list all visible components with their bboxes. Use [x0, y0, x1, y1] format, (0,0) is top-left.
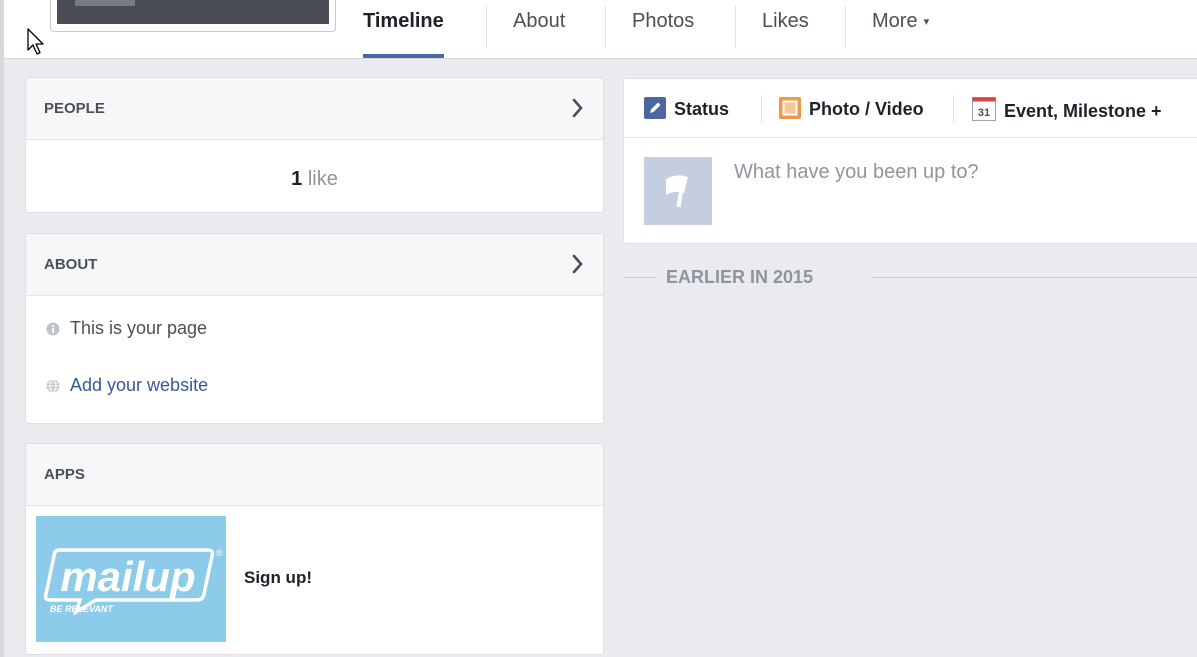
- left-edge-strip: [0, 0, 4, 657]
- about-card: ABOUT This is your page Add your website: [25, 233, 604, 424]
- about-item-website[interactable]: Add your website: [46, 375, 208, 398]
- composer-tab-status[interactable]: Status: [644, 97, 729, 124]
- tab-divider: [735, 6, 736, 48]
- profile-picture-thumbnail[interactable]: [50, 0, 336, 32]
- timeline-section-label: EARLIER IN 2015: [666, 267, 814, 287]
- mailup-logo-text: mailup: [60, 553, 195, 600]
- about-item-description: This is your page: [46, 318, 207, 341]
- about-card-header[interactable]: ABOUT: [26, 234, 603, 296]
- composer-tab-status-label: Status: [674, 99, 730, 119]
- tab-about[interactable]: About: [513, 0, 565, 58]
- apps-card-header: APPS: [26, 444, 603, 506]
- chevron-right-icon[interactable]: [571, 252, 585, 276]
- tab-timeline[interactable]: Timeline: [363, 0, 444, 58]
- composer-tab-photo-video[interactable]: Photo / Video: [779, 97, 924, 124]
- flag-icon: [666, 175, 688, 208]
- people-card-header[interactable]: PEOPLE: [26, 78, 603, 140]
- dropdown-caret-icon: ▾: [923, 16, 930, 28]
- info-icon: [46, 320, 60, 341]
- mailup-logo-mark: ®: [216, 548, 223, 558]
- mailup-tagline: BE RELEVANT: [50, 604, 114, 614]
- tab-more-label: More: [872, 10, 918, 32]
- apps-card-title: APPS: [44, 466, 85, 483]
- mailup-logo-icon: mailup ® BE RELEVANT: [43, 548, 223, 616]
- tab-divider: [605, 6, 606, 48]
- composer-tab-photo-label: Photo / Video: [809, 99, 924, 119]
- about-card-title: ABOUT: [44, 256, 98, 273]
- composer-tabs: Status Photo / Video 31 Event, Milestone…: [624, 79, 1197, 138]
- tab-timeline-label: Timeline: [363, 10, 444, 32]
- chevron-right-icon[interactable]: [571, 96, 585, 120]
- tab-photos-label: Photos: [632, 10, 695, 32]
- pencil-icon: [644, 97, 666, 124]
- tab-divider: [486, 6, 487, 48]
- globe-icon: [46, 377, 60, 398]
- section-divider-line: [623, 277, 657, 278]
- composer-tab-divider: [761, 95, 762, 123]
- likes-word: like: [307, 168, 338, 190]
- tab-divider: [845, 6, 846, 48]
- likes-count-row: 1 like: [26, 140, 603, 191]
- add-website-link[interactable]: Add your website: [70, 375, 208, 395]
- photo-icon: [779, 97, 801, 124]
- people-card-title: PEOPLE: [44, 100, 105, 117]
- tab-likes[interactable]: Likes: [762, 0, 809, 58]
- active-tab-underline: [363, 54, 444, 58]
- page-nav-bar: Timeline About Photos Likes More ▾: [4, 0, 1197, 59]
- mouse-cursor-icon: [27, 28, 44, 55]
- calendar-icon: 31: [972, 97, 996, 126]
- calendar-icon-date: 31: [978, 107, 990, 119]
- about-description-text: This is your page: [70, 318, 208, 338]
- app-signup-link[interactable]: Sign up!: [244, 568, 312, 588]
- profile-picture-highlight: [75, 0, 135, 6]
- composer-tab-divider: [953, 95, 954, 123]
- apps-card: APPS mailup ® BE RELEVANT Sign up!: [25, 443, 604, 655]
- tab-likes-label: Likes: [762, 10, 809, 32]
- status-input[interactable]: What have you been up to?: [734, 161, 979, 184]
- section-divider-line: [872, 277, 1197, 278]
- tab-about-label: About: [513, 10, 566, 32]
- composer-tab-event[interactable]: 31 Event, Milestone +: [972, 97, 1162, 126]
- mailup-app-tile[interactable]: mailup ® BE RELEVANT: [36, 516, 226, 642]
- people-card: PEOPLE 1 like: [25, 77, 604, 213]
- page-avatar: [644, 157, 712, 225]
- status-composer: Status Photo / Video 31 Event, Milestone…: [623, 78, 1197, 244]
- composer-tab-event-label: Event, Milestone +: [1004, 101, 1162, 121]
- tab-photos[interactable]: Photos: [632, 0, 694, 58]
- likes-count: 1: [291, 168, 303, 190]
- tab-more[interactable]: More ▾: [872, 0, 929, 58]
